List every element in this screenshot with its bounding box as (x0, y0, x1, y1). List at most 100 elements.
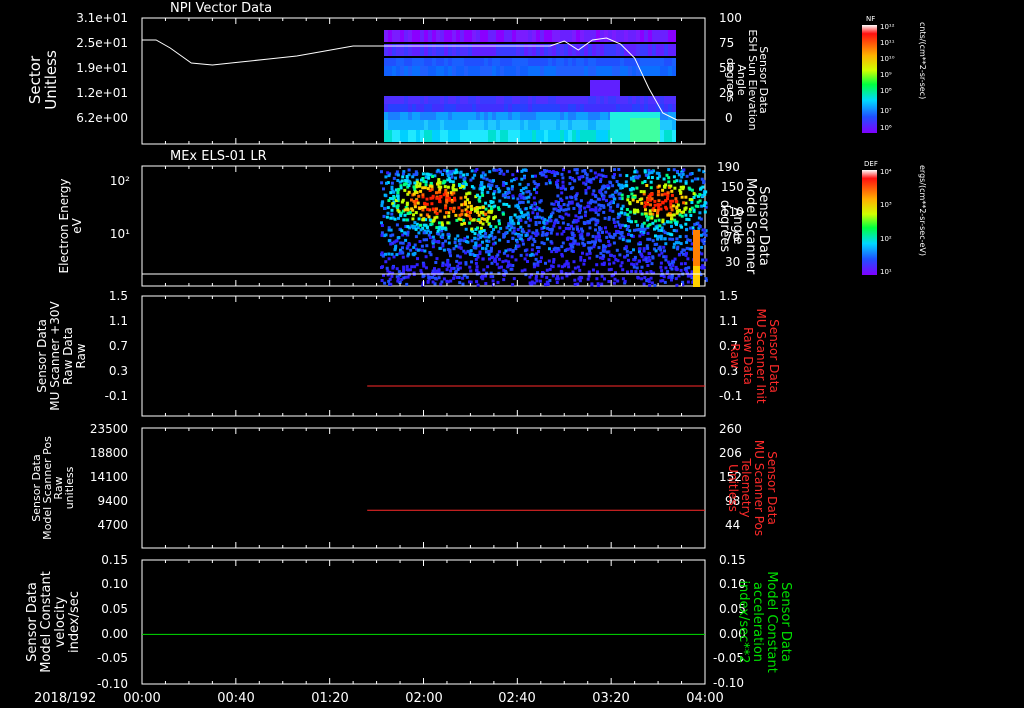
heat-cell (660, 96, 664, 104)
heat-cell (571, 186, 575, 190)
heat-cell (648, 104, 652, 112)
heat-cell (634, 175, 638, 179)
heat-cell (512, 104, 516, 112)
heat-cell (650, 192, 654, 196)
heat-cell (677, 241, 681, 245)
heat-cell (609, 181, 613, 185)
heat-cell (536, 58, 540, 66)
heat-cell (673, 218, 677, 222)
heat-cell (608, 66, 612, 76)
heat-cell (616, 44, 620, 56)
heat-cell (500, 104, 504, 112)
heat-cell (544, 130, 548, 142)
heat-cell (598, 226, 601, 230)
heat-cell (440, 66, 444, 76)
heat-cell (694, 177, 697, 181)
heat-cell (621, 223, 624, 227)
heat-cell (411, 208, 415, 212)
panel-scanner-pos: 23500 18800 14100 9400 4700 260 206 152 … (30, 422, 779, 549)
panel5-right-tick: -0.10 (713, 676, 744, 690)
panel5-ylabel-line: Model Constant (39, 571, 54, 673)
heat-cell (699, 233, 703, 237)
heat-cell (672, 213, 676, 217)
heat-cell (620, 66, 624, 76)
heat-cell (540, 66, 544, 76)
heat-cell (560, 245, 564, 249)
heat-cell (592, 120, 596, 130)
heat-cell (490, 246, 493, 250)
heat-cell (638, 234, 642, 238)
heat-cell (448, 179, 452, 183)
heat-cell (659, 261, 663, 265)
heat-cell (421, 172, 425, 176)
heat-cell (452, 104, 456, 112)
heat-cell (464, 96, 468, 104)
heat-cell (500, 120, 504, 130)
heat-cell (396, 112, 400, 120)
heat-cell (693, 278, 700, 281)
heat-cell (626, 239, 630, 243)
heat-cell (661, 200, 665, 204)
heat-cell (533, 187, 536, 191)
heat-cell (400, 30, 404, 42)
heat-cell (449, 191, 453, 195)
heat-cell (559, 208, 563, 211)
heat-cell (479, 181, 483, 185)
heat-cell (572, 207, 576, 210)
heat-cell (520, 177, 524, 181)
heat-cell (642, 247, 646, 251)
heat-cell (596, 96, 600, 104)
heat-cell (544, 182, 548, 186)
heat-cell (588, 44, 592, 56)
heat-cell (594, 240, 597, 244)
heat-cell (524, 112, 528, 120)
heat-cell (552, 58, 556, 66)
heat-cell (540, 233, 544, 237)
heat-cell (559, 205, 563, 209)
heat-cell (674, 267, 678, 271)
heat-cell (480, 187, 484, 191)
heat-cell (544, 120, 548, 130)
heat-cell (515, 240, 519, 244)
heat-cell (617, 223, 621, 227)
panel1-left-tick: 3.1e+01 (76, 11, 128, 25)
heat-cell (426, 207, 430, 211)
heat-cell (384, 112, 388, 120)
heat-cell (412, 58, 416, 66)
heat-cell (536, 120, 540, 130)
heat-cell (657, 172, 661, 175)
heat-cell (420, 66, 424, 76)
heat-cell (652, 44, 656, 56)
heat-cell (480, 30, 484, 42)
heat-cell (474, 169, 478, 173)
heat-cell (596, 213, 600, 217)
heat-cell (600, 112, 604, 120)
heat-cell (539, 199, 543, 203)
heat-cell (479, 226, 483, 230)
heat-cell (405, 265, 409, 269)
heat-cell (556, 130, 560, 142)
heat-cell (532, 130, 536, 142)
panel3-left-tick: 1.1 (109, 314, 128, 328)
heat-cell (644, 30, 648, 42)
heat-cell (690, 179, 694, 183)
heat-cell (487, 183, 491, 187)
panel3-left-tick: 0.3 (109, 364, 128, 378)
heat-cell (502, 233, 506, 236)
heat-cell (640, 227, 644, 231)
panel5-left-tick: 0.10 (101, 577, 128, 591)
heat-cell (612, 58, 616, 66)
heat-cell (656, 44, 660, 56)
heat-cell (516, 58, 520, 66)
panel4-left-tick: 4700 (97, 518, 128, 532)
heat-cell (504, 259, 508, 263)
heat-cell (490, 231, 494, 234)
heat-cell (484, 207, 488, 211)
heat-cell (460, 222, 464, 226)
heat-cell (501, 212, 505, 216)
heat-cell (464, 213, 468, 217)
heat-cell (642, 190, 646, 194)
heat-cell (408, 30, 412, 42)
heat-cell (436, 168, 440, 172)
heat-cell (510, 187, 514, 191)
